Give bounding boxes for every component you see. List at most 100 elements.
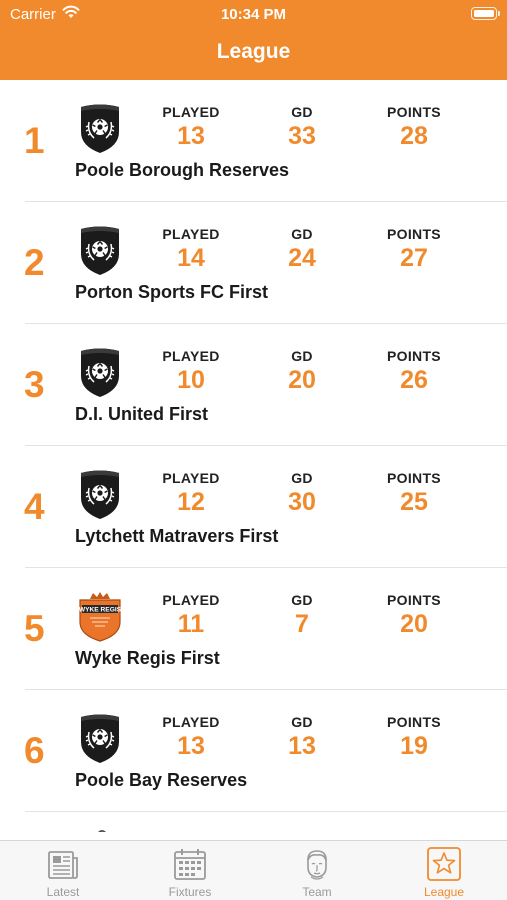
gd-stat: GD 30 [252, 470, 352, 517]
club-badge-icon [98, 830, 106, 832]
played-label: PLAYED [162, 104, 220, 120]
clock: 10:34 PM [220, 6, 287, 23]
team-name: Poole Bay Reserves [75, 770, 248, 790]
points-label: POINTS [387, 714, 441, 730]
tab-label: Fixtures [168, 885, 212, 899]
team-name: Porton Sports FC First [75, 282, 268, 302]
gd-stat: GD 33 [252, 104, 352, 151]
rank: 3 [24, 364, 45, 405]
played-stat: PLAYED 10 [141, 348, 241, 395]
gd-label: GD [291, 470, 313, 486]
points-stat: POINTS 26 [364, 348, 464, 395]
club-badge-icon [80, 348, 120, 398]
points-label: POINTS [387, 592, 441, 608]
gd-label: GD [291, 226, 313, 242]
points-value: 25 [400, 488, 428, 516]
played-label: PLAYED [162, 470, 220, 486]
played-value: 11 [177, 610, 205, 638]
rank: 2 [24, 242, 45, 283]
points-label: POINTS [387, 348, 441, 364]
gd-value: 13 [288, 732, 316, 760]
points-value: 28 [400, 122, 428, 150]
table-row[interactable]: 6 PLAYED 13 GD 13 POINTS 19 Poole Bay Re… [0, 690, 507, 812]
team-name: Wyke Regis First [75, 648, 220, 668]
tab-team[interactable]: Team [254, 841, 380, 900]
star-icon [427, 847, 461, 881]
calendar-icon [174, 849, 206, 880]
team-name: Lytchett Matravers First [75, 526, 279, 546]
tab-fixtures[interactable]: Fixtures [127, 841, 253, 900]
played-value: 14 [177, 244, 205, 272]
player-face-icon [307, 850, 327, 880]
played-label: PLAYED [162, 592, 220, 608]
table-row[interactable]: 4 PLAYED 12 GD 30 POINTS 25 Lytchett Mat… [0, 446, 507, 568]
gd-label: GD [291, 348, 313, 364]
gd-stat: GD 13 [252, 714, 352, 761]
played-stat: PLAYED 12 [141, 470, 241, 517]
gd-stat: GD 7 [252, 592, 352, 639]
points-label: POINTS [387, 104, 441, 120]
table-row[interactable]: 5 WYKE REGIS PLAYED 11 GD 7 POINTS 20 Wy… [0, 568, 507, 690]
svg-text:WYKE REGIS: WYKE REGIS [79, 607, 122, 614]
points-value: 20 [400, 610, 428, 638]
team-name: Poole Borough Reserves [75, 160, 290, 180]
league-table[interactable]: 1 PLAYED 13 GD 33 POINTS 28 Poole Boroug… [0, 80, 507, 840]
header: Carrier 10:34 PM League [0, 0, 507, 80]
rank: 6 [24, 730, 45, 771]
rank: 4 [24, 486, 45, 527]
club-badge-icon [80, 226, 120, 276]
played-label: PLAYED [162, 714, 220, 730]
played-label: PLAYED [162, 348, 220, 364]
points-value: 27 [400, 244, 428, 272]
played-stat: PLAYED 13 [141, 104, 241, 151]
points-value: 19 [400, 732, 428, 760]
battery-icon [471, 7, 500, 20]
played-stat: PLAYED 11 [141, 592, 241, 639]
played-value: 10 [177, 366, 205, 394]
team-name: D.I. United First [75, 404, 209, 424]
club-badge-icon [80, 714, 120, 764]
gd-value: 20 [288, 366, 316, 394]
points-stat: POINTS 20 [364, 592, 464, 639]
gd-label: GD [291, 592, 313, 608]
page-title: League [216, 40, 291, 63]
table-row-partial[interactable] [0, 812, 507, 840]
gd-value: 33 [288, 122, 316, 150]
tab-bar: Latest Fixtures Team League [0, 840, 507, 900]
club-badge-icon [80, 470, 120, 520]
played-stat: PLAYED 13 [141, 714, 241, 761]
tab-label: League [423, 885, 465, 899]
played-value: 13 [177, 122, 205, 150]
points-label: POINTS [387, 470, 441, 486]
status-bar: Carrier 10:34 PM [0, 0, 507, 28]
table-row[interactable]: 2 PLAYED 14 GD 24 POINTS 27 Porton Sport… [0, 202, 507, 324]
gd-stat: GD 24 [252, 226, 352, 273]
table-row[interactable]: 3 PLAYED 10 GD 20 POINTS 26 D.I. United … [0, 324, 507, 446]
table-row[interactable]: 1 PLAYED 13 GD 33 POINTS 28 Poole Boroug… [0, 80, 507, 202]
points-stat: POINTS 27 [364, 226, 464, 273]
gd-label: GD [291, 104, 313, 120]
tab-league[interactable]: League [381, 841, 507, 900]
points-value: 26 [400, 366, 428, 394]
points-stat: POINTS 28 [364, 104, 464, 151]
newspaper-icon [48, 851, 78, 879]
points-stat: POINTS 25 [364, 470, 464, 517]
gd-value: 24 [288, 244, 316, 272]
played-label: PLAYED [162, 226, 220, 242]
points-label: POINTS [387, 226, 441, 242]
played-value: 12 [177, 488, 205, 516]
gd-value: 30 [288, 488, 316, 516]
rank: 5 [24, 608, 45, 649]
club-badge-icon [80, 104, 120, 154]
tab-label: Latest [46, 885, 80, 899]
gd-stat: GD 20 [252, 348, 352, 395]
played-stat: PLAYED 14 [141, 226, 241, 273]
gd-value: 7 [295, 610, 309, 638]
tab-label: Team [302, 885, 332, 899]
wyke-regis-badge-icon: WYKE REGIS [79, 592, 122, 642]
gd-label: GD [291, 714, 313, 730]
rank: 1 [24, 120, 45, 161]
tab-latest[interactable]: Latest [0, 841, 126, 900]
played-value: 13 [177, 732, 205, 760]
points-stat: POINTS 19 [364, 714, 464, 761]
